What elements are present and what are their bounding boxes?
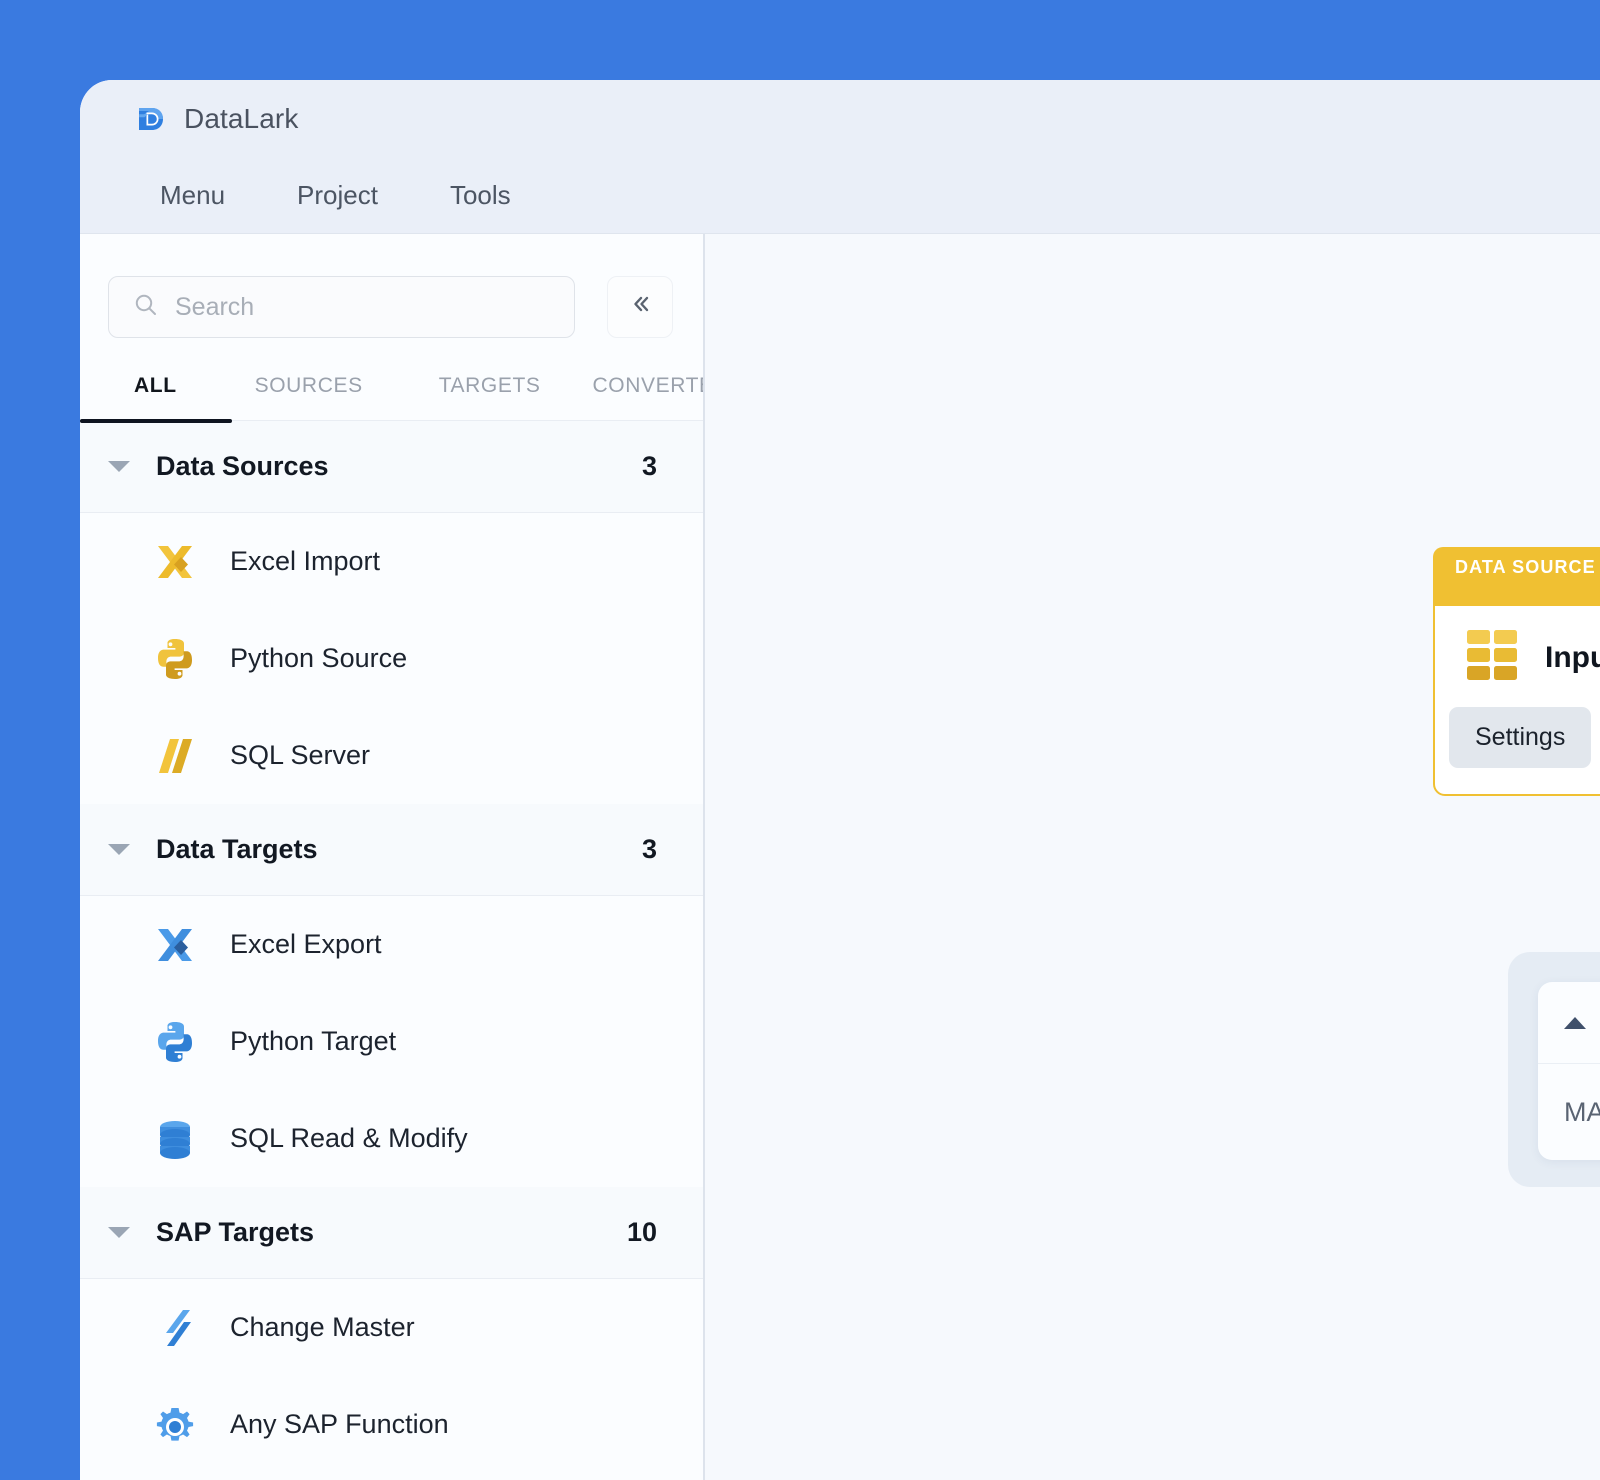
triangle-up-icon[interactable]: [1564, 1016, 1586, 1029]
canvas[interactable]: T MANTR MATNR: [705, 234, 1600, 1480]
search-row: [80, 234, 703, 338]
tree-item-sql-read-modify[interactable]: SQL Read & Modify: [80, 1090, 703, 1187]
menu-item-project[interactable]: Project: [261, 172, 414, 219]
database-blue-icon: [150, 1114, 200, 1164]
excel-yellow-icon: [150, 537, 200, 587]
group-header-data-sources[interactable]: Data Sources 3: [80, 421, 703, 513]
brand: DataLark: [136, 103, 298, 135]
component-tree: Data Sources 3 Excel Import Python Sourc…: [80, 421, 703, 1480]
group-count: 3: [641, 451, 657, 481]
tree-item-label: Python Target: [230, 1026, 397, 1056]
app-window: DataLark Menu Project Tools Search ALL S…: [80, 80, 1600, 1480]
field-name: MATNR: [1564, 1096, 1600, 1127]
node-type-label: DATA SOURCE: [1455, 556, 1596, 577]
group-count: 3: [641, 834, 657, 864]
node-header: Input Form IF_1: [1435, 606, 1600, 697]
node-title: Input Form: [1545, 640, 1600, 674]
tab-sources[interactable]: SOURCES: [255, 374, 363, 420]
tab-targets[interactable]: TARGETS: [439, 374, 541, 420]
chevron-down-icon: [108, 461, 130, 472]
sidebar-tabs: ALL SOURCES TARGETS CONVERTERS: [80, 338, 703, 423]
tree-item-excel-export[interactable]: Excel Export: [80, 896, 703, 993]
tree-item-excel-import[interactable]: Excel Import: [80, 513, 703, 610]
node-body: Input Form IF_1: [1433, 586, 1600, 796]
tree-item-sql-server[interactable]: SQL Server: [80, 707, 703, 804]
table-row[interactable]: MATNR: [1538, 1064, 1600, 1160]
node-type-tab: DATA SOURCE: [1433, 547, 1600, 587]
gear-blue-icon: [150, 1400, 200, 1450]
tree-item-python-target[interactable]: Python Target: [80, 993, 703, 1090]
tree-item-label: SQL Server: [230, 740, 371, 770]
chevron-down-icon: [108, 1227, 130, 1238]
search-icon: [133, 292, 159, 323]
tree-item-label: Excel Import: [230, 546, 381, 576]
tree-item-label: Any SAP Function: [230, 1409, 449, 1439]
tab-all[interactable]: ALL: [134, 374, 177, 420]
group-header-data-targets[interactable]: Data Targets 3: [80, 804, 703, 896]
titlebar: DataLark: [80, 80, 1600, 158]
table-node-header[interactable]: T MANTR: [1538, 982, 1600, 1064]
data-source-node-input-form[interactable]: DATA SOURCE Inp Settings: [1433, 547, 1600, 796]
group-title: SAP Targets: [156, 1217, 315, 1247]
sql-server-yellow-icon: [150, 731, 200, 781]
body-split: ALL SOURCES TARGETS CONVERTERS Data Sour…: [80, 234, 1600, 1480]
node-accent-strip: [1435, 588, 1600, 606]
tab-converters[interactable]: CONVERTERS: [593, 374, 703, 420]
collapse-left-icon: [625, 289, 655, 326]
tree-item-label: Python Source: [230, 643, 408, 673]
chevron-down-icon: [108, 844, 130, 855]
tree-item-python-source[interactable]: Python Source: [80, 610, 703, 707]
python-blue-icon: [150, 1017, 200, 1067]
tree-item-any-sap-function[interactable]: Any SAP Function: [80, 1376, 703, 1473]
search-input[interactable]: [175, 292, 550, 322]
search-box[interactable]: [108, 276, 575, 338]
table-node-mantr[interactable]: T MANTR MATNR: [1538, 982, 1600, 1160]
node-tab-settings[interactable]: Settings: [1449, 707, 1592, 768]
group-title: Data Sources: [156, 451, 329, 481]
menubar: Menu Project Tools: [80, 158, 1600, 234]
group-count: 10: [626, 1217, 657, 1247]
excel-blue-icon: [150, 920, 200, 970]
table-node-group[interactable]: T MANTR MATNR: [1508, 952, 1600, 1187]
brand-name: DataLark: [184, 103, 299, 134]
grid-yellow-icon: [1465, 628, 1519, 687]
tree-item-label: Excel Export: [230, 929, 382, 959]
node-tabs: Settings Fields: [1435, 697, 1600, 794]
active-tab-indicator: [80, 419, 232, 423]
change-master-icon: [150, 1303, 200, 1353]
menu-item-tools[interactable]: Tools: [414, 172, 547, 219]
tree-item-label: SQL Read & Modify: [230, 1123, 468, 1153]
python-yellow-icon: [150, 634, 200, 684]
tree-item-change-master[interactable]: Change Master: [80, 1279, 703, 1376]
group-header-sap-targets[interactable]: SAP Targets 10: [80, 1187, 703, 1279]
group-title: Data Targets: [156, 834, 318, 864]
tree-item-label: Change Master: [230, 1312, 415, 1342]
sidebar-collapse-button[interactable]: [607, 276, 673, 338]
sidebar: ALL SOURCES TARGETS CONVERTERS Data Sour…: [80, 234, 705, 1480]
datalark-d-logo: [136, 104, 166, 134]
menu-item-menu[interactable]: Menu: [124, 172, 261, 219]
